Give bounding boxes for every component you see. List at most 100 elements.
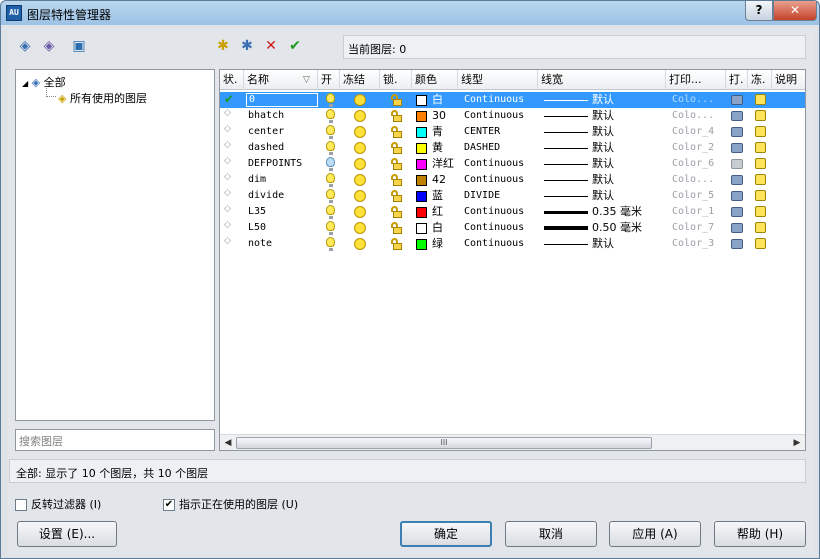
lightbulb-icon[interactable] [326,93,335,107]
col-color[interactable]: 颜色 [412,70,458,90]
lineweight-value[interactable]: 0.50 毫米 [592,220,664,236]
unlocked-padlock-icon[interactable] [390,110,402,122]
layer-name[interactable]: L50 [246,220,318,236]
close-button[interactable]: ✕ [773,1,817,21]
viewport-freeze-icon[interactable] [755,158,766,169]
lightbulb-icon[interactable] [326,237,335,251]
horizontal-scrollbar[interactable]: ◀ III ▶ [220,434,805,450]
layer-row[interactable]: ◇ DEFPOINTS 洋红 Continuous 默认 Color_6 [220,156,805,172]
color-swatch[interactable] [416,127,427,138]
layer-row[interactable]: ◇ note 绿 Continuous 默认 Color_3 [220,236,805,252]
invert-filter-checkbox[interactable] [15,499,27,511]
color-swatch[interactable] [416,175,427,186]
linetype[interactable]: DASHED [464,140,538,156]
unlocked-padlock-icon[interactable] [390,238,402,250]
settings-button[interactable]: 设置 (E)... [17,521,117,547]
lineweight-value[interactable]: 默认 [592,140,664,156]
col-description[interactable]: 说明 [772,70,805,90]
printer-icon[interactable] [731,223,743,233]
apply-button[interactable]: 应用 (A) [609,521,701,547]
lineweight-value[interactable]: 0.35 毫米 [592,204,664,220]
sun-thaw-icon[interactable] [354,142,366,154]
lineweight-value[interactable]: 默认 [592,188,664,204]
color-swatch[interactable] [416,207,427,218]
scroll-thumb[interactable]: III [236,437,652,449]
printer-icon[interactable] [731,207,743,217]
layer-name[interactable]: L35 [246,204,318,220]
sun-thaw-icon[interactable] [354,190,366,202]
new-group-filter-icon[interactable]: ◈ [39,37,59,55]
sun-thaw-icon[interactable] [354,126,366,138]
viewport-freeze-icon[interactable] [755,222,766,233]
sun-thaw-icon[interactable] [354,238,366,250]
sun-thaw-icon[interactable] [354,94,366,106]
layer-row[interactable]: ◇ L35 红 Continuous 0.35 毫米 Color_1 [220,204,805,220]
unlocked-padlock-icon[interactable] [390,206,402,218]
sun-thaw-icon[interactable] [354,222,366,234]
indicate-in-use-checkbox[interactable]: ✔ [163,499,175,511]
layer-row[interactable]: ✔ 0 白 Continuous 默认 Colo... [220,92,805,108]
printer-icon[interactable] [731,95,743,105]
unlocked-padlock-icon[interactable] [390,190,402,202]
sun-thaw-icon[interactable] [354,110,366,122]
lineweight-value[interactable]: 默认 [592,156,664,172]
linetype[interactable]: Continuous [464,220,538,236]
col-vp-freeze[interactable]: 冻. [748,70,772,90]
viewport-freeze-icon[interactable] [755,206,766,217]
lightbulb-icon[interactable] [326,157,335,171]
printer-icon[interactable] [731,191,743,201]
col-lock[interactable]: 锁. [380,70,412,90]
linetype[interactable]: Continuous [464,172,538,188]
color-swatch[interactable] [416,191,427,202]
layer-name[interactable]: bhatch [246,108,318,124]
col-lineweight[interactable]: 线宽 [538,70,666,90]
lineweight-value[interactable]: 默认 [592,172,664,188]
layer-row[interactable]: ◇ dim 42 Continuous 默认 Colo... [220,172,805,188]
viewport-freeze-icon[interactable] [755,110,766,121]
linetype[interactable]: Continuous [464,92,538,108]
viewport-freeze-icon[interactable] [755,94,766,105]
unlocked-padlock-icon[interactable] [390,94,402,106]
layer-row[interactable]: ◇ center 青 CENTER 默认 Color_4 [220,124,805,140]
lightbulb-icon[interactable] [326,205,335,219]
layer-row[interactable]: ◇ L50 白 Continuous 0.50 毫米 Color_7 [220,220,805,236]
col-plot[interactable]: 打. [726,70,748,90]
printer-icon[interactable] [731,159,743,169]
lineweight-value[interactable]: 默认 [592,108,664,124]
col-plot-style[interactable]: 打印... [666,70,726,90]
lightbulb-icon[interactable] [326,109,335,123]
filter-tree[interactable]: ◢ ◈ 全部 ◈ 所有使用的图层 [15,69,215,421]
sun-thaw-icon[interactable] [354,206,366,218]
new-layer-icon[interactable]: ✱ [213,37,233,55]
unlocked-padlock-icon[interactable] [390,158,402,170]
layer-name[interactable]: center [246,124,318,140]
color-swatch[interactable] [416,143,427,154]
printer-icon[interactable] [731,143,743,153]
help-title-button[interactable]: ? [745,1,773,21]
layer-grid[interactable]: 状. 名称 ▽ 开 冻结 锁. 颜色 线型 线宽 打印... 打. 冻. 说明 … [219,69,806,451]
lightbulb-icon[interactable] [326,141,335,155]
viewport-freeze-icon[interactable] [755,190,766,201]
col-status[interactable]: 状. [220,70,244,90]
layer-row[interactable]: ◇ bhatch 30 Continuous 默认 Colo... [220,108,805,124]
new-layer-vp-frozen-icon[interactable]: ✱ [237,37,257,55]
lightbulb-icon[interactable] [326,173,335,187]
tree-node-all[interactable]: ◢ ◈ 全部 [22,74,66,90]
sun-thaw-icon[interactable] [354,174,366,186]
unlocked-padlock-icon[interactable] [390,142,402,154]
viewport-freeze-icon[interactable] [755,238,766,249]
help-button[interactable]: 帮助 (H) [714,521,806,547]
color-swatch[interactable] [416,111,427,122]
layer-name[interactable]: 0 [246,93,318,107]
layer-name[interactable]: note [246,236,318,252]
linetype[interactable]: CENTER [464,124,538,140]
printer-icon[interactable] [731,127,743,137]
ok-button[interactable]: 确定 [400,521,492,547]
lineweight-value[interactable]: 默认 [592,92,664,108]
lightbulb-icon[interactable] [326,221,335,235]
linetype[interactable]: DIVIDE [464,188,538,204]
search-layers-input[interactable]: 搜索图层 [15,429,215,451]
new-property-filter-icon[interactable]: ◈ [15,37,35,55]
lightbulb-icon[interactable] [326,125,335,139]
layer-name[interactable]: dim [246,172,318,188]
